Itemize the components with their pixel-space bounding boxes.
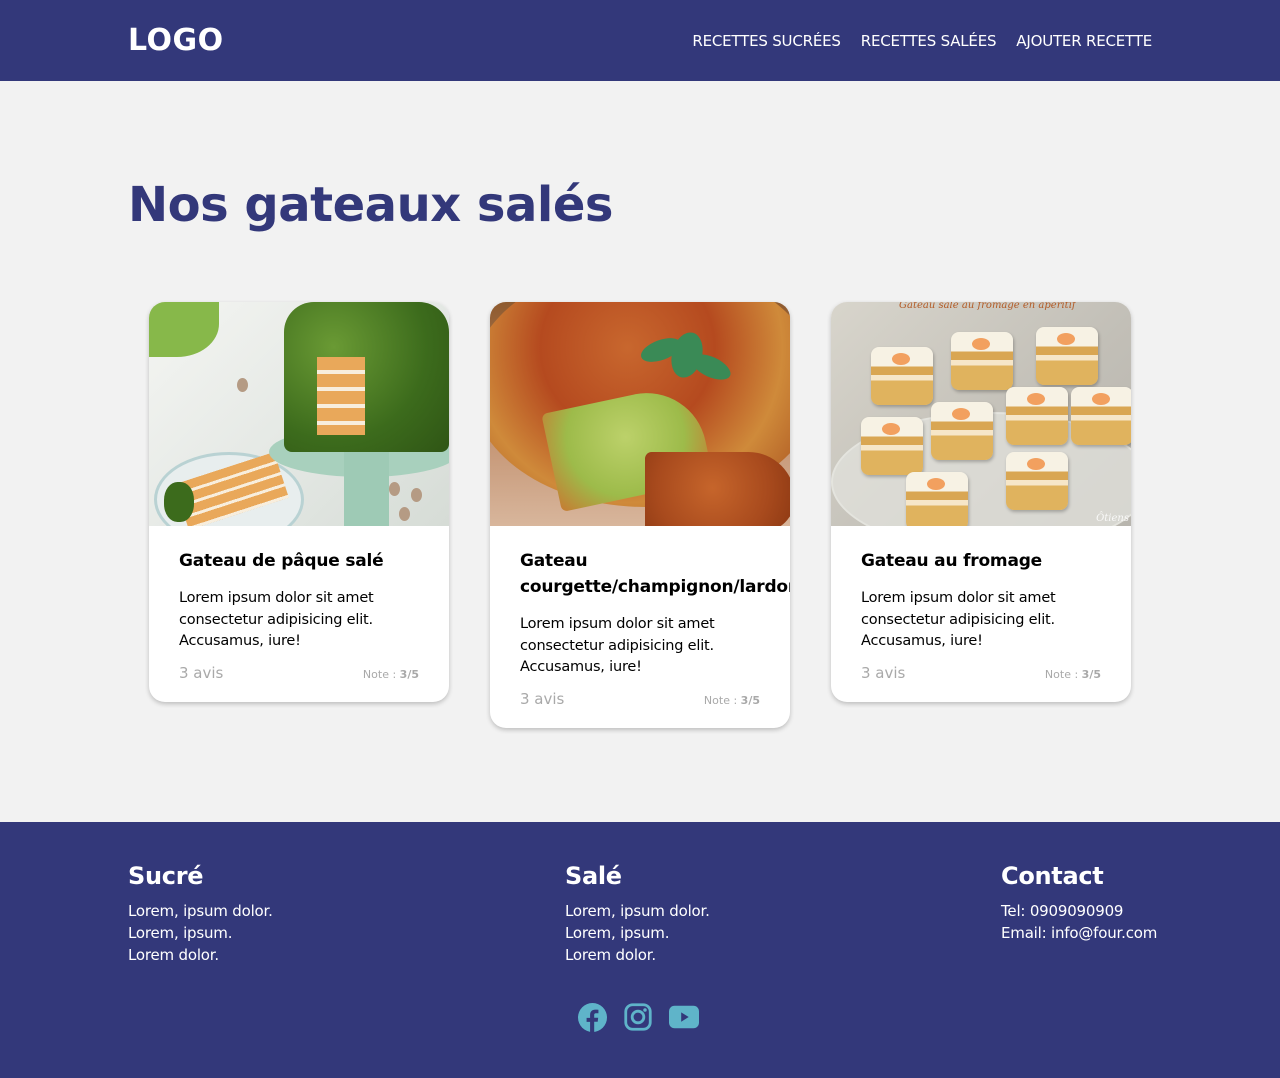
card-title: Gateau au fromage [861,551,1043,571]
footer-title: Sucré [128,862,204,890]
card-title: Gateau de pâque salé [179,551,384,571]
nav-link-ajouter-recette[interactable]: AJOUTER RECETTE [1016,32,1152,50]
card-reviews: 3 avis [861,663,906,682]
card-body: Gateau de pâque salé Lorem ipsum dolor s… [149,526,449,702]
nav-link-recettes-salees[interactable]: RECETTES SALÉES [861,32,997,50]
footer-line: Lorem, ipsum dolor. [565,902,710,920]
moss-cake-image [149,302,449,526]
site-header: LOGO RECETTES SUCRÉES RECETTES SALÉES AJ… [0,0,1280,81]
page-title: Nos gateaux salés [128,177,613,233]
card-meta: 3 avis Note : 3/5 [520,690,760,708]
youtube-icon[interactable] [669,1002,699,1032]
main-content: Nos gateaux salés Gateau de pâque salé L [0,81,1280,822]
footer-column-sucre: Sucré Lorem, ipsum dolor. Lorem, ipsum. … [128,862,273,966]
main-nav: RECETTES SUCRÉES RECETTES SALÉES AJOUTER… [692,32,1152,50]
contact-email[interactable]: Email: info@four.com [1001,922,1157,944]
card-body: Gateau courgette/champignon/lardon Lorem… [490,526,790,728]
footer-title: Salé [565,862,622,890]
recipe-card[interactable]: Gateau de pâque salé Lorem ipsum dolor s… [149,302,449,702]
footer-line: Lorem, ipsum. [128,924,233,942]
logo[interactable]: LOGO [128,23,224,58]
footer-line: Lorem, ipsum dolor. [128,902,273,920]
footer-line: Lorem dolor. [128,946,219,964]
card-description: Lorem ipsum dolor sit amet consectetur a… [861,590,1056,649]
card-title: Gateau courgette/champignon/lardon [520,551,790,597]
card-meta: 3 avis Note : 3/5 [179,664,419,682]
card-reviews: 3 avis [179,663,224,682]
card-description: Lorem ipsum dolor sit amet consectetur a… [179,590,374,649]
card-rating: Note : 3/5 [703,693,760,707]
card-rating: Note : 3/5 [1044,667,1101,681]
quiche-image [490,302,790,526]
social-links [577,1002,699,1032]
footer-line: Lorem dolor. [565,946,656,964]
facebook-icon[interactable] [577,1002,607,1032]
recipe-card[interactable]: Gateau salé au fromage en apéritif Ôtien… [831,302,1131,702]
recipe-card-list: Gateau de pâque salé Lorem ipsum dolor s… [149,302,1131,728]
card-body: Gateau au fromage Lorem ipsum dolor sit … [831,526,1131,702]
card-reviews: 3 avis [520,689,565,708]
nav-link-recettes-sucrees[interactable]: RECETTES SUCRÉES [692,32,841,50]
footer-column-sale: Salé Lorem, ipsum dolor. Lorem, ipsum. L… [565,862,710,966]
card-rating: Note : 3/5 [362,667,419,681]
instagram-icon[interactable] [623,1002,653,1032]
cheese-cake-image: Gateau salé au fromage en apéritif Ôtien… [831,302,1131,526]
footer-title: Contact [1001,862,1104,890]
footer-line: Lorem, ipsum. [565,924,670,942]
card-description: Lorem ipsum dolor sit amet consectetur a… [520,616,715,675]
card-meta: 3 avis Note : 3/5 [861,664,1101,682]
recipe-card[interactable]: Gateau courgette/champignon/lardon Lorem… [490,302,790,728]
contact-phone: Tel: 0909090909 [1001,902,1124,920]
site-footer: Sucré Lorem, ipsum dolor. Lorem, ipsum. … [0,822,1280,1078]
footer-column-contact: Contact Tel: 0909090909 Email: info@four… [1001,862,1157,944]
